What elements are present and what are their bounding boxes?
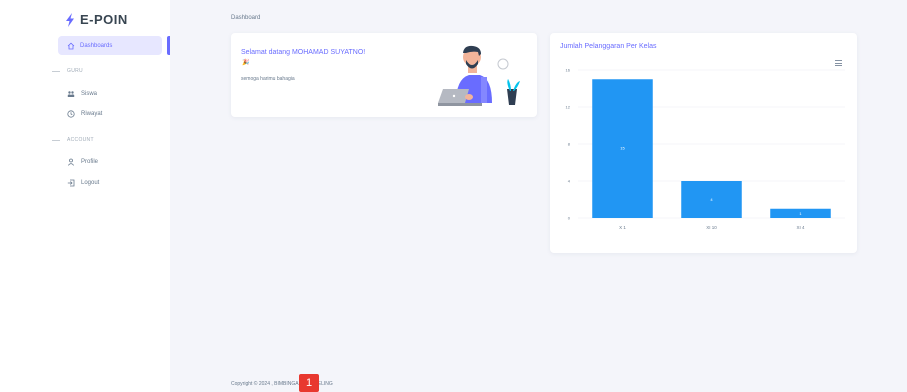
bar-chart: 048121615X 14XI 101XI 4 bbox=[566, 68, 845, 230]
section-divider bbox=[52, 139, 60, 141]
sidebar-item-profile[interactable]: Profile bbox=[67, 158, 98, 166]
users-icon bbox=[67, 91, 75, 97]
y-tick-label: 0 bbox=[568, 216, 571, 221]
lightning-logo-icon bbox=[66, 12, 74, 27]
sidebar-item-label: Dashboards bbox=[80, 42, 113, 49]
sidebar-item-label: Siswa bbox=[81, 91, 98, 97]
active-indicator bbox=[167, 36, 170, 55]
section-divider bbox=[52, 70, 60, 72]
sidebar-item-label: Profile bbox=[81, 159, 99, 165]
welcome-subtitle: semoga harimu bahagia bbox=[241, 76, 295, 82]
history-icon bbox=[67, 110, 75, 118]
brand-name: E-POIN bbox=[80, 12, 128, 27]
y-tick-label: 16 bbox=[566, 68, 571, 73]
y-tick-label: 8 bbox=[568, 142, 571, 147]
brand[interactable]: E-POIN bbox=[65, 12, 128, 27]
sidebar-item-siswa[interactable]: Siswa bbox=[67, 90, 97, 98]
violations-chart-card: Jumlah Pelanggaran Per Kelas 0 4 8 12 16 15 X … bbox=[550, 33, 857, 253]
man-with-laptop-illustration bbox=[438, 45, 520, 106]
sidebar-item-dashboards[interactable]: Dashboards bbox=[58, 36, 162, 55]
home-icon bbox=[67, 42, 75, 49]
annotation-badge: 1 bbox=[299, 374, 319, 392]
x-tick-label: XI 4 bbox=[796, 225, 805, 230]
x-tick-label: X 1 bbox=[619, 225, 626, 230]
sidebar-item-riwayat[interactable]: Riwayat bbox=[67, 110, 102, 118]
section-title: GURU bbox=[67, 68, 83, 74]
section-header-account: ACCOUNT bbox=[52, 137, 94, 143]
section-title: ACCOUNT bbox=[67, 137, 94, 143]
sidebar-item-label: Logout bbox=[81, 180, 100, 186]
data-label: 15 bbox=[620, 145, 625, 150]
sidebar: E-POIN Dashboards GURU Siswa Riwayat ACC… bbox=[0, 0, 170, 392]
y-tick-label: 12 bbox=[566, 105, 571, 110]
y-tick-label: 4 bbox=[568, 179, 571, 184]
breadcrumb: Dashboard bbox=[231, 15, 261, 21]
x-tick-label: XI 10 bbox=[706, 225, 717, 230]
logout-icon bbox=[67, 179, 75, 187]
welcome-card: Selamat datang MOHAMAD SUYATNO! 🎉 semoga… bbox=[231, 33, 537, 117]
party-emoji: 🎉 bbox=[242, 60, 250, 66]
welcome-title: Selamat datang MOHAMAD SUYATNO! bbox=[241, 49, 366, 56]
sidebar-item-logout[interactable]: Logout bbox=[67, 179, 99, 187]
sidebar-item-label: Riwayat bbox=[81, 111, 103, 117]
section-header-guru: GURU bbox=[52, 68, 83, 74]
user-icon bbox=[67, 158, 75, 166]
